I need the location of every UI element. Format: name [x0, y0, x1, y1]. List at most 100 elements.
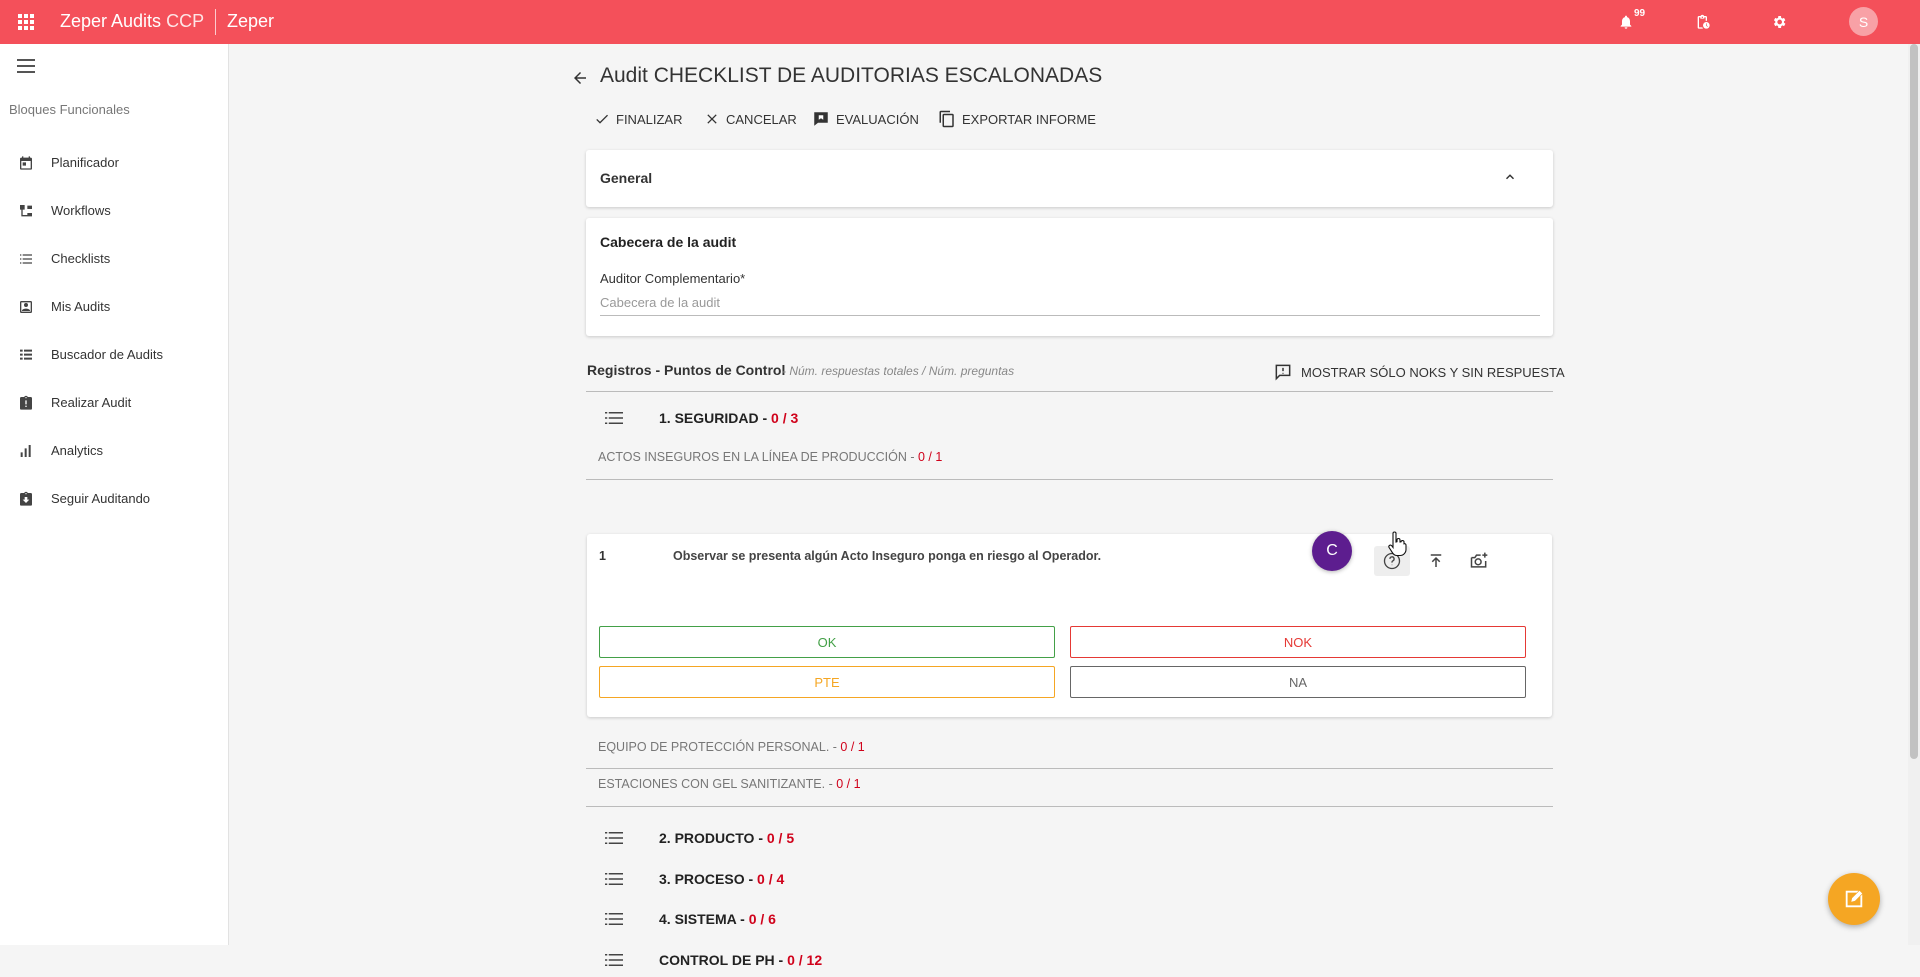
apps-grid-icon[interactable]	[18, 14, 34, 30]
sidebar-item-label: Analytics	[51, 443, 104, 458]
back-arrow-icon[interactable]	[571, 69, 589, 87]
general-panel-header[interactable]: General	[586, 150, 1553, 207]
page-scrollbar-thumb[interactable]	[1910, 44, 1918, 759]
clipboard-download-icon	[20, 491, 32, 506]
section-row-producto[interactable]: 2. PRODUCTO - 0 / 5	[586, 821, 1553, 855]
sidebar-item-label: Realizar Audit	[51, 395, 132, 410]
mostrar-noks-label: MOSTRAR SÓLO NOKS Y SIN RESPUESTA	[1301, 364, 1565, 380]
section-name: 1. SEGURIDAD -	[659, 410, 772, 426]
subsection-equipo-proteccion[interactable]: EQUIPO DE PROTECCIÓN PERSONAL. - 0 / 1	[598, 740, 865, 754]
subsection-count: 0 / 1	[836, 777, 861, 791]
feedback-alert-icon	[1275, 364, 1291, 381]
section-row-proceso[interactable]: 3. PROCESO - 0 / 4	[586, 862, 1553, 896]
sidebar-item-checklists[interactable]: Checklists	[0, 239, 228, 279]
sidebar-item-label: Checklists	[51, 251, 111, 266]
clipboard-clock-icon[interactable]	[1693, 12, 1713, 32]
answer-ok-button[interactable]: OK	[599, 626, 1055, 658]
tenant-name: Zeper	[227, 11, 275, 31]
subsection-count: 0 / 1	[840, 740, 865, 754]
section-name: 4. SISTEMA -	[659, 911, 749, 927]
section-count: 0 / 12	[787, 952, 823, 968]
brand-suffix: CCP	[166, 11, 205, 31]
brand-main: Zeper Audits	[60, 11, 162, 31]
copy-icon	[939, 110, 954, 128]
subsection-name: EQUIPO DE PROTECCIÓN PERSONAL. -	[598, 740, 841, 754]
auditor-complementario-label: Auditor Complementario*	[600, 271, 746, 286]
section-count: 0 / 3	[771, 410, 799, 426]
finalizar-button[interactable]: FINALIZAR	[594, 108, 682, 130]
chevron-up-icon[interactable]	[1503, 170, 1517, 184]
sidebar-item-workflows[interactable]: Workflows	[0, 191, 228, 231]
cabecera-card: Cabecera de la audit Auditor Complementa…	[586, 218, 1553, 336]
subsection-name: ESTACIONES CON GEL SANITIZANTE. -	[598, 777, 837, 791]
section-row-control-ph[interactable]: CONTROL DE PH - 0 / 12	[586, 943, 1553, 977]
notifications-count-badge: 99	[1634, 8, 1646, 19]
cancelar-label: CANCELAR	[726, 111, 797, 127]
question-card: 1 Observar se presenta algún Acto Insegu…	[587, 534, 1552, 717]
section-row-seguridad[interactable]: 1. SEGURIDAD - 0 / 3	[586, 401, 1553, 435]
sidebar-item-mis-audits[interactable]: Mis Audits	[0, 287, 228, 327]
sidebar-item-label: Workflows	[51, 203, 111, 218]
finalizar-label: FINALIZAR	[616, 111, 683, 127]
edit-note-icon	[1845, 890, 1863, 908]
cancelar-button[interactable]: CANCELAR	[704, 108, 797, 130]
sidebar-item-label: Mis Audits	[51, 299, 111, 314]
section-title: 3. PROCESO - 0 / 4	[659, 871, 784, 887]
list-bullets-icon	[605, 873, 623, 885]
section-name: CONTROL DE PH -	[659, 952, 788, 968]
top-app-bar: Zeper Audits CCP Zeper 99 S	[0, 0, 1920, 44]
sidebar-item-analytics[interactable]: Analytics	[0, 431, 228, 471]
question-number: 1	[599, 549, 606, 563]
subsection-name: ACTOS INSEGUROS EN LA LÍNEA DE PRODUCCIÓ…	[598, 450, 918, 464]
sidebar-item-planificador[interactable]: Planificador	[0, 143, 228, 183]
cursor-marker-badge: C	[1312, 531, 1352, 571]
section-title: 1. SEGURIDAD - 0 / 3	[659, 410, 798, 426]
calendar-icon	[20, 156, 32, 170]
checklist-icon	[20, 254, 32, 264]
settings-gear-icon[interactable]	[1769, 12, 1789, 32]
section-title: CONTROL DE PH - 0 / 12	[659, 952, 822, 968]
sidebar: Bloques Funcionales Planificador Workflo…	[0, 44, 229, 945]
subsection-actos-inseguros[interactable]: ACTOS INSEGUROS EN LA LÍNEA DE PRODUCCIÓ…	[598, 450, 942, 464]
list-icon	[20, 349, 32, 360]
upload-button[interactable]	[1418, 546, 1454, 576]
user-avatar[interactable]: S	[1849, 7, 1878, 36]
question-text: Observar se presenta algún Acto Inseguro…	[673, 549, 1102, 563]
divider	[586, 479, 1553, 480]
registros-title: Registros - Puntos de Control	[587, 362, 786, 378]
sidebar-item-label: Planificador	[51, 155, 119, 170]
exportar-informe-button[interactable]: EXPORTAR INFORME	[938, 108, 1096, 130]
app-brand[interactable]: Zeper Audits CCP	[60, 11, 204, 32]
main-content: Audit CHECKLIST DE AUDITORIAS ESCALONADA…	[229, 44, 1908, 968]
feedback-fab-button[interactable]	[1828, 873, 1880, 925]
registros-subtitle: - Núm. respuestas totales / Núm. pregunt…	[782, 364, 1015, 378]
list-bullets-icon	[605, 954, 623, 966]
close-icon	[707, 114, 717, 124]
answer-na-button[interactable]: NA	[1070, 666, 1526, 698]
check-icon	[596, 114, 608, 124]
sidebar-item-realizar-audit[interactable]: Realizar Audit	[0, 383, 228, 423]
evaluacion-label: EVALUACIÓN	[836, 111, 919, 127]
section-name: 2. PRODUCTO -	[659, 830, 767, 846]
feedback-flag-icon	[814, 112, 828, 126]
workflow-icon	[20, 205, 32, 217]
answer-pte-button[interactable]: PTE	[599, 666, 1055, 698]
contact-card-icon	[20, 301, 32, 313]
subsection-estaciones-gel[interactable]: ESTACIONES CON GEL SANITIZANTE. - 0 / 1	[598, 777, 861, 791]
sidebar-item-label: Seguir Auditando	[51, 491, 151, 506]
list-bullets-icon	[605, 913, 623, 925]
answer-nok-button[interactable]: NOK	[1070, 626, 1526, 658]
auditor-complementario-input[interactable]	[600, 290, 1540, 316]
cabecera-title: Cabecera de la audit	[600, 234, 737, 250]
evaluacion-button[interactable]: EVALUACIÓN	[812, 108, 919, 130]
sidebar-item-buscador[interactable]: Buscador de Audits	[0, 335, 228, 375]
sidebar-item-seguir-auditando[interactable]: Seguir Auditando	[0, 479, 228, 519]
mostrar-noks-button[interactable]: MOSTRAR SÓLO NOKS Y SIN RESPUESTA	[1273, 362, 1565, 382]
section-row-sistema[interactable]: 4. SISTEMA - 0 / 6	[586, 902, 1553, 936]
hamburger-menu-icon[interactable]	[17, 59, 35, 73]
add-photo-button[interactable]	[1461, 546, 1497, 576]
notifications-bell-icon[interactable]	[1616, 12, 1636, 32]
general-label: General	[600, 170, 653, 186]
upload-icon	[1430, 554, 1442, 567]
section-count: 0 / 6	[748, 911, 776, 927]
